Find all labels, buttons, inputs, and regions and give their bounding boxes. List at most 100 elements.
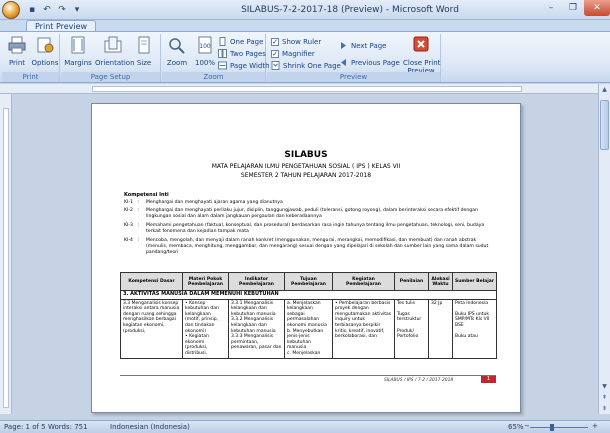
table-header: Kompetensi Dasar xyxy=(120,272,183,291)
table-header: Kegiatan Pembelajaran xyxy=(332,272,395,291)
table-header: Sumber Belajar xyxy=(452,272,497,291)
previous-page-scroll-icon[interactable]: ⇞ xyxy=(599,392,610,403)
vertical-scrollbar[interactable]: ▲ ▼ ⇞ ⇟ xyxy=(598,84,610,414)
syllabus-table: Kompetensi Dasar Materi Pokok Pembelajar… xyxy=(120,272,497,359)
title-bar: ▪ ↶ ↷ ▾ SILABUS-7-2-2017-18 (Preview) - … xyxy=(0,0,610,20)
previous-page-button[interactable]: Previous Page xyxy=(339,57,400,68)
word-count[interactable]: Words: 751 xyxy=(48,423,88,431)
zoom-100-button[interactable]: 100 100% xyxy=(190,35,220,71)
zoom-group: Zoom 100 100% One Page Two Pages Page Wi… xyxy=(162,34,270,82)
table-header: Penilaian xyxy=(394,272,429,291)
options-icon xyxy=(37,37,54,53)
status-bar: Page: 1 of 5 Words: 751 Indonesian (Indo… xyxy=(0,420,610,433)
shrink-one-page-button[interactable]: Shrink One Page xyxy=(271,60,341,71)
footer-divider xyxy=(120,375,496,376)
ki-item: KI-4: Mencoba, mengolah, dan menyaji dal… xyxy=(124,238,489,255)
section-title: 3. AKTIVITAS MANUSIA DALAM MEMENUHI KEBU… xyxy=(120,290,497,300)
page-setup-group: Margins Orientation Size Page Setup xyxy=(61,34,161,82)
table-cell-sumber: Peta Indonesia Buku IPS untuk SMP/MTs Kl… xyxy=(452,298,497,359)
ki-item: KI-1: Menghargai dan menghayati ajaran a… xyxy=(124,200,283,205)
table-cell-indikator: 3.3.1 Menganalisis kelangkaan dan kebutu… xyxy=(228,298,285,359)
undo-icon[interactable]: ↶ xyxy=(41,4,53,16)
ki-item: KI-3: Memahami pengetahuan (faktual, kon… xyxy=(124,223,485,234)
table-cell-kd: 3.3 Menganalisis konsep interaksi antara… xyxy=(120,298,183,359)
ribbon: Print Options Print Margins Orientation … xyxy=(0,31,610,83)
two-pages-icon xyxy=(218,49,227,58)
margins-button[interactable]: Margins xyxy=(63,35,93,71)
table-cell-kegiatan: • Pembelajaran berbasis proyek dengan me… xyxy=(332,298,395,359)
window-title: SILABUS-7-2-2017-18 (Preview) - Microsof… xyxy=(241,4,459,15)
preview-group: ✓ Show Ruler ✓ Magnifier Shrink One Page… xyxy=(267,34,441,82)
close-window-button[interactable]: ✕ xyxy=(584,0,610,16)
two-pages-button[interactable]: Two Pages xyxy=(218,48,266,59)
size-button[interactable]: Size xyxy=(131,35,157,71)
table-cell-materi: • Konsep kebutuhan dan kelangkaan (motif… xyxy=(182,298,229,359)
margins-icon xyxy=(71,36,85,54)
next-page-button[interactable]: Next Page xyxy=(339,40,386,51)
zoom-slider[interactable] xyxy=(530,427,588,428)
page-setup-group-label: Page Setup xyxy=(61,72,160,82)
zoom-level[interactable]: 65% xyxy=(508,423,524,431)
kompetensi-inti-heading: Kompetensi Inti xyxy=(124,192,169,198)
page-width-button[interactable]: Page Width xyxy=(218,60,270,71)
quick-access-toolbar: ▪ ↶ ↷ ▾ xyxy=(26,4,83,16)
office-button[interactable] xyxy=(2,0,20,19)
options-button[interactable]: Options xyxy=(30,35,60,71)
magnifier-checkbox[interactable]: ✓ Magnifier xyxy=(271,48,315,59)
print-group-label: Print xyxy=(2,72,59,82)
table-header: Materi Pokok Pembelajaran xyxy=(182,272,229,291)
print-group: Print Options Print xyxy=(2,34,60,82)
page-footer: SILABUS / IPS / 7-2 / 2017-2018 xyxy=(384,378,454,383)
magnifier-icon xyxy=(169,38,185,54)
table-header-row: Kompetensi Dasar Materi Pokok Pembelajar… xyxy=(120,272,497,291)
table-cell-alokasi: 32 Jp xyxy=(428,298,453,359)
shrink-icon xyxy=(271,61,280,70)
table-header: Tujuan Pembelajaran xyxy=(284,272,333,291)
zoom-out-icon[interactable]: − xyxy=(524,422,530,430)
horizontal-ruler[interactable] xyxy=(0,84,610,94)
minimize-button[interactable]: – xyxy=(540,0,562,16)
scroll-up-icon[interactable]: ▲ xyxy=(599,84,610,95)
zoom-button[interactable]: Zoom xyxy=(162,35,192,71)
document-title: SILABUS xyxy=(284,150,328,160)
page-width-icon xyxy=(218,61,227,70)
scroll-down-icon[interactable]: ▼ xyxy=(599,381,610,392)
next-page-icon xyxy=(341,42,346,49)
scroll-thumb[interactable] xyxy=(600,100,609,150)
table-cell-tujuan: a. Menjelaskan kelangkaan sebagai permas… xyxy=(284,298,333,359)
previous-page-icon xyxy=(341,59,346,66)
preview-group-label: Preview xyxy=(267,72,440,82)
redo-icon[interactable]: ↷ xyxy=(56,4,68,16)
close-preview-icon xyxy=(413,36,429,52)
table-header: Alokasi Waktu xyxy=(428,272,453,291)
one-page-icon xyxy=(219,37,226,46)
ki-item: KI-2: Menghargai dan menghayati perilaku… xyxy=(124,208,478,219)
page-size-icon xyxy=(138,36,150,54)
zoom-slider-handle[interactable] xyxy=(550,424,554,431)
table-header: Indikator Pembelajaran xyxy=(228,272,285,291)
one-page-button[interactable]: One Page xyxy=(218,36,263,47)
customize-qat-icon[interactable]: ▾ xyxy=(71,4,83,16)
next-page-scroll-icon[interactable]: ⇟ xyxy=(599,403,610,414)
document-subtitle-1: MATA PELAJARAN ILMU PENGETAHUAN SOSIAL (… xyxy=(211,163,401,170)
vertical-ruler[interactable] xyxy=(0,94,12,414)
zoom-100-icon: 100 xyxy=(198,36,212,54)
show-ruler-checkbox[interactable]: ✓ Show Ruler xyxy=(271,36,321,47)
print-button[interactable]: Print xyxy=(2,35,32,71)
orientation-button[interactable]: Orientation xyxy=(95,35,135,71)
table-section-row: 3. AKTIVITAS MANUSIA DALAM MEMENUHI KEBU… xyxy=(120,290,497,300)
zoom-in-icon[interactable]: + xyxy=(592,422,598,430)
table-row: 3.3 Menganalisis konsep interaksi antara… xyxy=(120,298,497,359)
zoom-group-label: Zoom xyxy=(162,72,265,82)
show-ruler-check-icon: ✓ xyxy=(271,37,279,46)
printer-icon xyxy=(8,36,26,54)
page-count[interactable]: Page: 1 of 5 xyxy=(4,423,46,431)
document-subtitle-2: SEMESTER 2 TAHUN PELAJARAN 2017-2018 xyxy=(240,172,372,179)
close-print-preview-button[interactable]: Close Print Preview xyxy=(403,35,440,75)
table-cell-penilaian: Tes tulis Tugas terstruktur Produk/ Port… xyxy=(394,298,429,359)
document-page[interactable]: SILABUS MATA PELAJARAN ILMU PENGETAHUAN … xyxy=(91,103,521,413)
svg-text:100: 100 xyxy=(199,43,211,50)
maximize-button[interactable]: ❐ xyxy=(562,0,584,16)
save-icon[interactable]: ▪ xyxy=(26,4,38,16)
language-indicator[interactable]: Indonesian (Indonesia) xyxy=(110,423,190,431)
